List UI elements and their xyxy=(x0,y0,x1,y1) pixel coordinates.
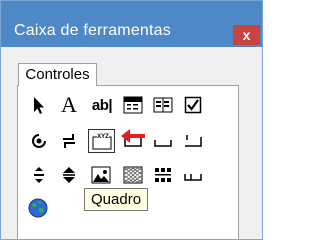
title-bar[interactable]: Caixa de ferramentas x xyxy=(1,1,262,47)
controls-panel: A ab| XYZ xyxy=(17,85,239,240)
red-arrow-icon xyxy=(121,129,145,143)
label-tool-icon[interactable]: A xyxy=(58,94,80,116)
toolbox-window: Caixa de ferramentas x Controles A ab| X… xyxy=(0,0,263,240)
svg-text:XYZ: XYZ xyxy=(97,134,109,140)
textbox-tool-icon[interactable]: ab| xyxy=(88,94,116,116)
optionbutton-tool-icon[interactable] xyxy=(28,130,50,152)
frame-tool-icon[interactable]: XYZ xyxy=(88,129,115,153)
spinbutton-tool-icon[interactable] xyxy=(58,164,80,186)
window-title: Caixa de ferramentas xyxy=(14,22,171,39)
calendar-tool-icon[interactable] xyxy=(182,164,204,186)
checkbox-tool-icon[interactable] xyxy=(182,94,204,116)
pointer-tool-icon[interactable] xyxy=(28,95,50,117)
tabstrip-tool-icon[interactable] xyxy=(152,130,174,152)
close-button[interactable]: x xyxy=(233,25,260,45)
scrollbar-tool-icon[interactable] xyxy=(28,164,50,186)
image-tool-icon[interactable] xyxy=(90,164,112,186)
globe-tool-icon[interactable] xyxy=(27,197,49,219)
tooltip-quadro: Quadro xyxy=(84,188,149,211)
refedit-tool-icon[interactable] xyxy=(122,164,144,186)
listbox-tool-icon[interactable] xyxy=(152,94,174,116)
togglebutton-tool-icon[interactable] xyxy=(58,130,80,152)
multipage-tool-icon[interactable] xyxy=(182,130,204,152)
combobox-tool-icon[interactable] xyxy=(122,94,144,116)
grid-tool-icon[interactable] xyxy=(152,164,174,186)
tab-controles[interactable]: Controles xyxy=(18,63,97,86)
